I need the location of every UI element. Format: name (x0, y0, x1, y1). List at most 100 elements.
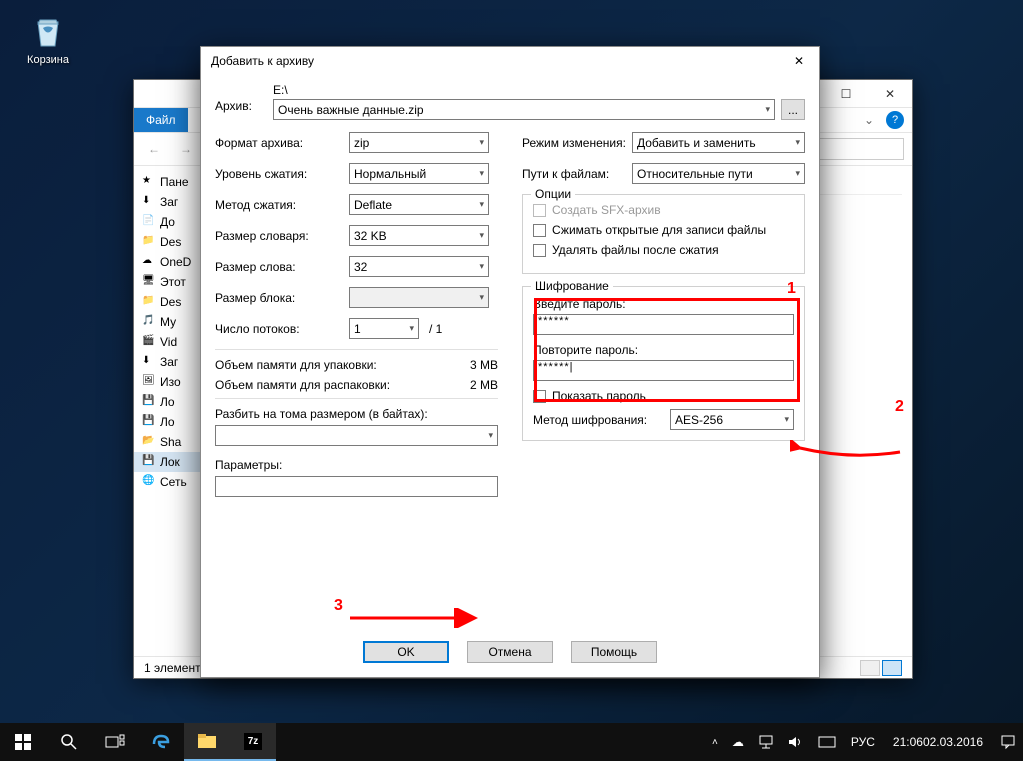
explorer-taskbar-icon[interactable] (184, 723, 230, 761)
password2-input[interactable]: ******| (533, 360, 794, 381)
language-indicator[interactable]: РУС (843, 723, 883, 761)
show-password-checkbox[interactable] (533, 390, 546, 403)
tree-item[interactable]: 💾Ло (134, 392, 207, 412)
options-title: Опции (531, 187, 575, 201)
edge-icon[interactable] (138, 723, 184, 761)
view-details-button[interactable] (860, 660, 880, 676)
level-combo[interactable]: Нормальный▾ (349, 163, 489, 184)
network-icon[interactable] (751, 723, 781, 761)
task-view-icon[interactable] (92, 723, 138, 761)
format-combo[interactable]: zip▾ (349, 132, 489, 153)
format-label: Формат архива: (215, 136, 349, 150)
tree-item[interactable]: 📄До (134, 212, 207, 232)
view-icons-button[interactable] (882, 660, 902, 676)
sfx-checkbox (533, 204, 546, 217)
delete-checkbox[interactable] (533, 244, 546, 257)
volume-icon[interactable] (781, 723, 811, 761)
archive-name-combo[interactable]: Очень важные данные.zip▾ (273, 99, 775, 120)
threads-max: / 1 (429, 322, 442, 336)
tray-overflow-icon[interactable]: ˄ (705, 723, 725, 761)
tree-item[interactable]: 🎵Му (134, 312, 207, 332)
paths-combo[interactable]: Относительные пути▾ (632, 163, 805, 184)
level-label: Уровень сжатия: (215, 167, 349, 181)
nav-tree: ★Пане⬇Заг📄До📁Des☁OneD🖥Этот📁Des🎵Му🎬Vid⬇За… (134, 166, 208, 656)
tree-item[interactable]: 🎬Vid (134, 332, 207, 352)
sfx-checkbox-row: Создать SFX-архив (533, 203, 794, 217)
password1-input[interactable]: ****** (533, 314, 794, 335)
dialog-close-button[interactable]: ✕ (779, 47, 819, 75)
enc-method-combo[interactable]: AES-256▾ (670, 409, 794, 430)
tree-item[interactable]: ★Пане (134, 172, 207, 192)
method-label: Метод сжатия: (215, 198, 349, 212)
recycle-bin[interactable]: Корзина (18, 8, 78, 66)
split-combo[interactable]: ▾ (215, 425, 498, 446)
encryption-group: Шифрование Введите пароль: ****** Повтор… (522, 286, 805, 441)
tree-item[interactable]: ⬇Заг (134, 192, 207, 212)
word-label: Размер слова: (215, 260, 349, 274)
tree-item[interactable]: 🌐Сеть (134, 472, 207, 492)
encryption-title: Шифрование (531, 279, 613, 293)
tree-item[interactable]: 🖥Этот (134, 272, 207, 292)
mode-combo[interactable]: Добавить и заменить▾ (632, 132, 805, 153)
close-button[interactable]: ✕ (868, 80, 912, 108)
password2-label: Повторите пароль: (533, 343, 794, 357)
tree-item[interactable]: ⬇Заг (134, 352, 207, 372)
recycle-bin-icon (26, 8, 70, 52)
dialog-title: Добавить к архиву (211, 54, 314, 68)
threads-label: Число потоков: (215, 322, 349, 336)
ribbon-chevron-icon[interactable]: ⌄ (864, 113, 874, 127)
mem-unpack-label: Объем памяти для распаковки: (215, 378, 390, 392)
dict-combo[interactable]: 32 KB▾ (349, 225, 489, 246)
help-icon[interactable]: ? (886, 111, 904, 129)
dict-label: Размер словаря: (215, 229, 349, 243)
word-combo[interactable]: 32▾ (349, 256, 489, 277)
tree-item[interactable]: 📁Des (134, 292, 207, 312)
block-label: Размер блока: (215, 291, 349, 305)
forward-button[interactable]: → (174, 138, 198, 160)
search-icon[interactable] (46, 723, 92, 761)
params-label: Параметры: (215, 458, 498, 472)
method-combo[interactable]: Deflate▾ (349, 194, 489, 215)
mem-unpack-value: 2 MB (470, 378, 498, 392)
clock[interactable]: 21:06 02.03.2016 (883, 723, 993, 761)
tree-item[interactable]: ☁OneD (134, 252, 207, 272)
tree-item[interactable]: 📂Sha (134, 432, 207, 452)
7zip-taskbar-icon[interactable]: 7z (230, 723, 276, 761)
mem-pack-value: 3 MB (470, 358, 498, 372)
delete-checkbox-row[interactable]: Удалять файлы после сжатия (533, 243, 794, 257)
ok-button[interactable]: OK (363, 641, 449, 663)
dialog-titlebar: Добавить к архиву ✕ (201, 47, 819, 75)
start-button[interactable] (0, 723, 46, 761)
cancel-button[interactable]: Отмена (467, 641, 553, 663)
back-button[interactable]: ← (142, 138, 166, 160)
mode-label: Режим изменения: (522, 136, 632, 150)
input-icon[interactable] (811, 723, 843, 761)
add-to-archive-dialog: Добавить к архиву ✕ Архив: E:\ Очень важ… (200, 46, 820, 678)
params-input[interactable] (215, 476, 498, 497)
enc-method-label: Метод шифрования: (533, 413, 647, 427)
tree-item[interactable]: 🖼Изо (134, 372, 207, 392)
recycle-bin-label: Корзина (18, 54, 78, 66)
threads-combo[interactable]: 1▾ (349, 318, 419, 339)
shared-checkbox[interactable] (533, 224, 546, 237)
status-text: 1 элемент (144, 661, 201, 675)
onedrive-icon[interactable]: ☁ (725, 723, 751, 761)
password1-label: Введите пароль: (533, 297, 794, 311)
file-tab[interactable]: Файл (134, 108, 188, 132)
options-group: Опции Создать SFX-архив Сжимать открытые… (522, 194, 805, 274)
help-button[interactable]: Помощь (571, 641, 657, 663)
browse-button[interactable]: ... (781, 99, 805, 120)
tree-item[interactable]: 📁Des (134, 232, 207, 252)
action-center-icon[interactable] (993, 723, 1023, 761)
show-password-row[interactable]: Показать пароль (533, 389, 794, 403)
maximize-button[interactable]: ☐ (824, 80, 868, 108)
paths-label: Пути к файлам: (522, 167, 632, 181)
tree-item[interactable]: 💾Ло (134, 412, 207, 432)
split-label: Разбить на тома размером (в байтах): (215, 407, 498, 421)
shared-checkbox-row[interactable]: Сжимать открытые для записи файлы (533, 223, 794, 237)
archive-path: E:\ (273, 83, 805, 97)
tree-item[interactable]: 💾Лок (134, 452, 207, 472)
mem-pack-label: Объем памяти для упаковки: (215, 358, 377, 372)
block-combo[interactable]: ▾ (349, 287, 489, 308)
archive-label: Архив: (215, 83, 273, 113)
